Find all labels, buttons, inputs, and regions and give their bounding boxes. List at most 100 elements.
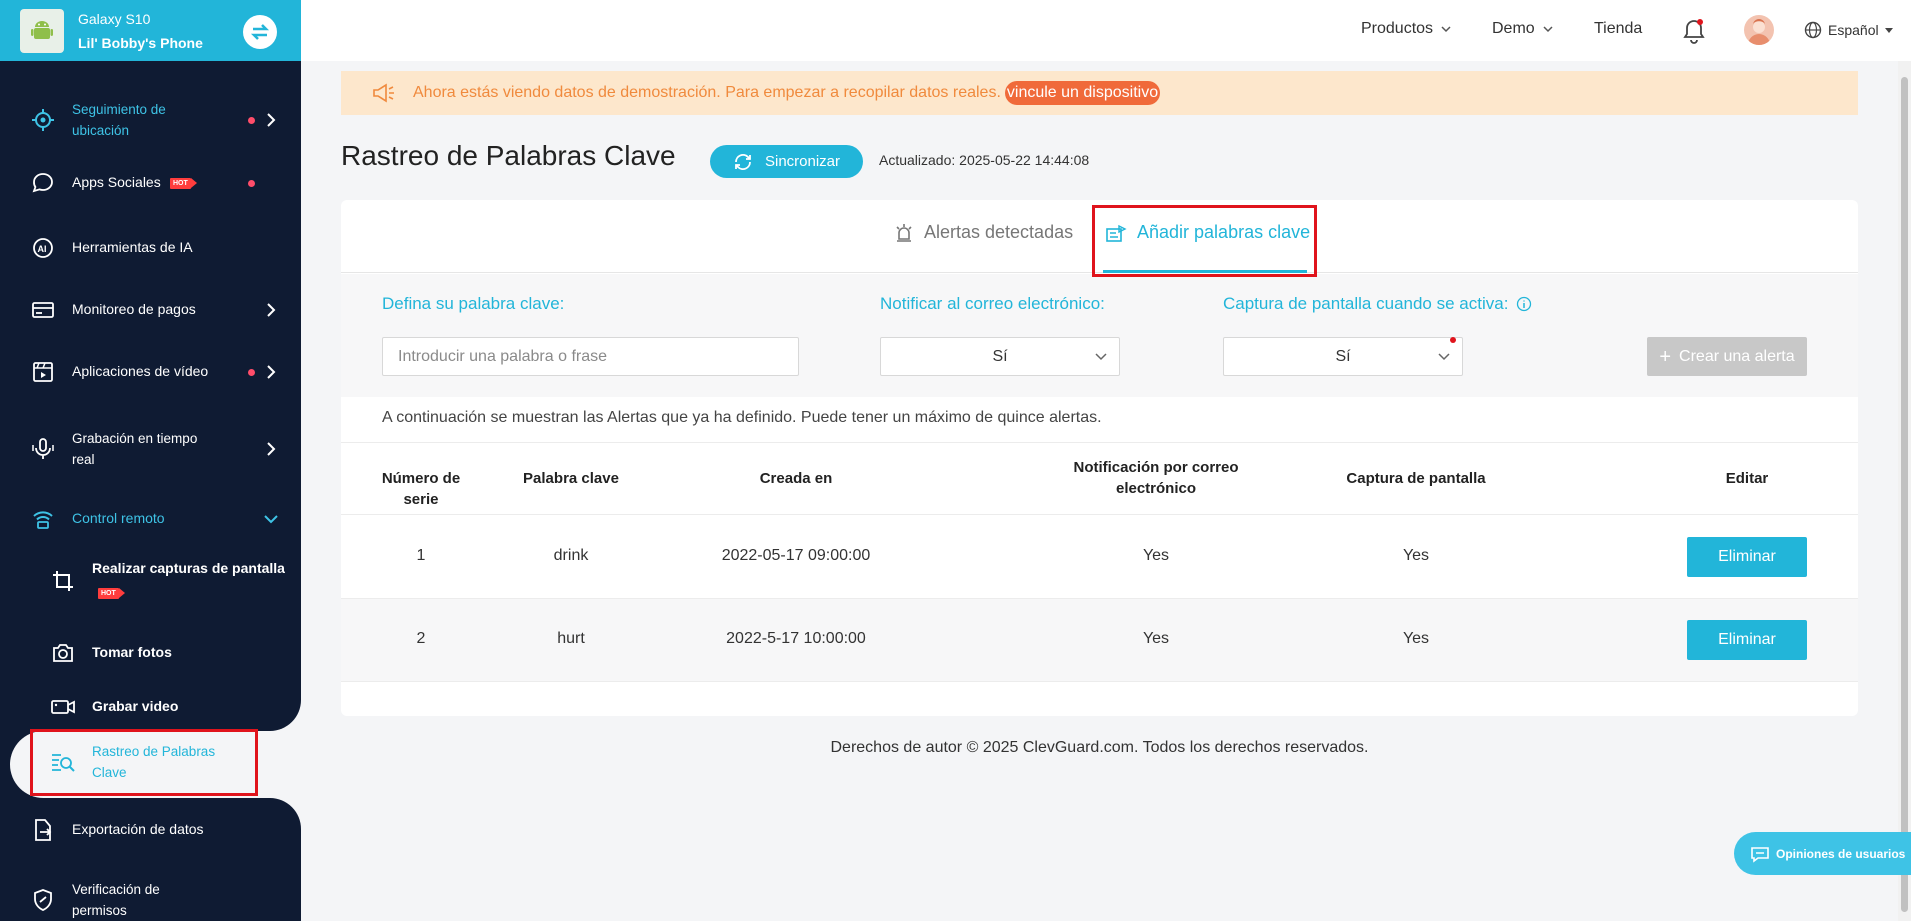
export-icon (30, 817, 56, 843)
chevron-right-icon (264, 113, 278, 127)
wifi-remote-icon (30, 506, 56, 532)
sidebar-item-permissions[interactable]: Verificación de permisos (0, 877, 301, 921)
video-app-icon (30, 359, 56, 385)
notification-dot (248, 180, 255, 187)
highlight-box-tab (1092, 205, 1317, 277)
sidebar-item-label: Monitoreo de pagos (72, 301, 196, 317)
camera-icon (50, 640, 76, 666)
card-icon (30, 297, 56, 323)
sidebar-item-payments[interactable]: Monitoreo de pagos (0, 295, 301, 325)
chevron-right-icon (264, 365, 278, 379)
copyright-footer: Derechos de autor © 2025 ClevGuard.com. … (830, 739, 1369, 756)
shield-icon (30, 887, 56, 913)
switch-device-icon[interactable] (243, 15, 277, 49)
table-header: Número de serie Palabra clave Creada en … (341, 442, 1858, 515)
chevron-down-icon (1543, 25, 1553, 32)
ai-icon: AI (30, 235, 56, 261)
refresh-icon (735, 153, 751, 170)
menu-products[interactable]: Productos (1361, 20, 1451, 38)
sidebar-item-take-photos[interactable]: Tomar fotos (0, 638, 301, 668)
tab-label: Alertas detectadas (924, 222, 1074, 242)
svg-text:AI: AI (38, 244, 47, 254)
video-camera-icon (50, 694, 76, 720)
sidebar-item-label: Realizar capturas de pantalla (92, 560, 285, 576)
cell-serial: 1 (416, 547, 426, 564)
chevron-down-icon (1438, 352, 1450, 360)
notification-dot (1450, 337, 1456, 343)
location-target-icon (30, 107, 56, 133)
sidebar-item-live-recording[interactable]: Grabación en tiempo real (0, 426, 301, 472)
globe-icon (1804, 21, 1822, 39)
menu-label: Tienda (1594, 20, 1643, 37)
keyword-card: Alertas detectadas Añadir palabras clave… (341, 200, 1858, 716)
sidebar-item-label: Exportación de datos (72, 821, 204, 837)
keyword-input[interactable]: Introducir una palabra o frase (382, 337, 799, 376)
sidebar-item-data-export[interactable]: Exportación de datos (0, 815, 301, 845)
scrollbar[interactable] (1898, 61, 1911, 921)
hot-badge: HOT (98, 588, 125, 599)
sidebar-item-location[interactable]: Seguimiento de ubicación (0, 97, 301, 143)
delete-button[interactable]: Eliminar (1687, 620, 1807, 660)
sidebar-item-label: Tomar fotos (92, 644, 172, 660)
menu-store[interactable]: Tienda (1594, 20, 1642, 38)
create-alert-label: Crear una alerta (1679, 347, 1795, 365)
chevron-down-icon (264, 512, 278, 526)
sidebar-item-label: Herramientas de IA (72, 239, 193, 255)
cell-created: 2022-5-17 10:00:00 (726, 630, 866, 647)
create-alert-button[interactable]: + Crear una alerta (1647, 337, 1807, 376)
feedback-label: Opiniones de usuarios (1776, 846, 1906, 861)
keyword-form: Defina su palabra clave: Introducir una … (341, 274, 1858, 397)
select-value: Sí (992, 347, 1008, 365)
cell-serial: 2 (416, 630, 426, 647)
info-icon (1517, 296, 1532, 312)
keyword-label: Defina su palabra clave: (382, 294, 565, 313)
hot-badge: HOT (170, 178, 197, 189)
column-header: Captura de pantalla (1346, 470, 1486, 487)
screenshot-select[interactable]: Sí (1223, 337, 1463, 376)
sidebar-item-video-apps[interactable]: Aplicaciones de vídeo (0, 357, 301, 387)
crop-icon (50, 568, 76, 594)
sidebar-item-label: Control remoto (72, 510, 165, 526)
link-device-link[interactable]: vincule un dispositivo (1004, 81, 1161, 105)
bell-icon[interactable] (1682, 18, 1706, 44)
email-notify-select[interactable]: Sí (880, 337, 1120, 376)
sync-button[interactable]: Sincronizar (710, 145, 863, 178)
language-selector[interactable]: Español (1804, 21, 1893, 39)
column-header: Creada en (759, 470, 833, 487)
delete-button[interactable]: Eliminar (1687, 537, 1807, 577)
microphone-icon (30, 436, 56, 462)
sidebar-item-remote-control[interactable]: Control remoto (0, 504, 301, 534)
sidebar-item-record-video[interactable]: Grabar video (0, 692, 301, 722)
notification-dot (248, 117, 255, 124)
table-row: 1 drink 2022-05-17 09:00:00 Yes Yes Elim… (341, 516, 1858, 599)
demo-banner: Ahora estás viendo datos de demostración… (341, 71, 1858, 115)
cell-screenshot: Yes (1402, 547, 1430, 564)
megaphone-icon (373, 83, 394, 103)
chevron-down-icon (1441, 25, 1451, 32)
language-label: Español (1828, 22, 1879, 38)
updated-timestamp: Actualizado: 2025-05-22 14:44:08 (879, 152, 1090, 168)
cell-created: 2022-05-17 09:00:00 (721, 547, 871, 564)
alarm-icon (896, 223, 912, 242)
chat-icon (1751, 846, 1769, 863)
feedback-button[interactable]: Opiniones de usuarios (1734, 832, 1911, 875)
highlight-box-sidebar (30, 729, 258, 796)
sidebar-item-ai-tools[interactable]: AI Herramientas de IA (0, 233, 301, 263)
plus-icon: + (1659, 345, 1672, 368)
avatar[interactable] (1744, 15, 1774, 45)
menu-demo[interactable]: Demo (1492, 20, 1553, 38)
column-header: Palabra clave (523, 470, 619, 487)
cell-keyword: hurt (557, 630, 585, 647)
chevron-down-icon (1095, 352, 1107, 360)
chevron-right-icon (264, 442, 278, 456)
device-header[interactable]: Galaxy S10 Lil' Bobby's Phone (0, 0, 301, 61)
sidebar-item-label: Seguimiento de ubicación (72, 102, 166, 138)
column-header: Notificación por correo electrónico (1073, 459, 1239, 497)
notification-dot (248, 369, 255, 376)
sidebar-item-screenshots[interactable]: Realizar capturas de pantalla HOT (0, 556, 301, 606)
sidebar-item-label: Verificación de permisos (72, 882, 160, 918)
sidebar-item-social-apps[interactable]: Apps Sociales HOT (0, 168, 301, 198)
page-title: Rastreo de Palabras Clave (341, 140, 676, 171)
screenshot-label: Captura de pantalla cuando se activa: (1223, 294, 1532, 314)
tab-detected-alerts[interactable]: Alertas detectadas (894, 222, 1073, 243)
